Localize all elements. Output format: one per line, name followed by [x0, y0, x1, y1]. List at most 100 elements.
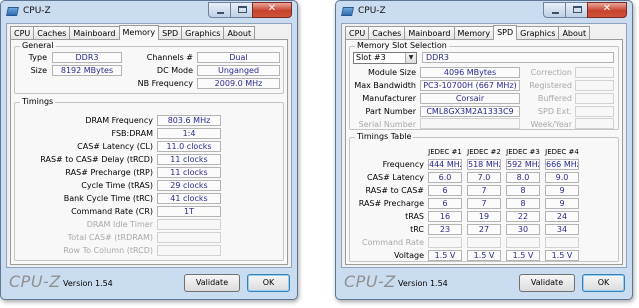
- spd-tab-panel: Memory Slot Selection Slot #3 ▼ DDR3 Mod…: [345, 39, 623, 265]
- timing-cell: 23: [428, 224, 462, 235]
- window-title: CPU-Z: [23, 6, 51, 16]
- tab-spd[interactable]: SPD: [158, 26, 183, 40]
- maximize-button[interactable]: [230, 2, 253, 18]
- tab-memory[interactable]: Memory: [118, 25, 160, 40]
- timing-cell: 6: [428, 198, 462, 209]
- timings-legend: Timings: [20, 97, 56, 107]
- timing-row-label: tRAS: [405, 212, 424, 221]
- ok-button[interactable]: OK: [582, 274, 625, 292]
- part-number-value: CML8GX3M2A1333C9: [420, 106, 520, 117]
- timing-value: [157, 219, 221, 230]
- nbfreq-label: NB Frequency: [137, 79, 193, 88]
- timing-label: Cycle Time (tRAS): [81, 181, 153, 190]
- timing-cell: 16: [428, 211, 462, 222]
- cpuz-app-icon: [341, 7, 354, 16]
- timing-cell: 22: [506, 211, 540, 222]
- timing-cell: [428, 237, 462, 248]
- tab-spd[interactable]: SPD: [493, 25, 518, 40]
- tab-mainboard[interactable]: Mainboard: [404, 26, 455, 40]
- tab-graphics[interactable]: Graphics: [181, 26, 225, 40]
- size-label: Size: [30, 66, 47, 75]
- tab-memory[interactable]: Memory: [453, 26, 495, 40]
- tab-about[interactable]: About: [558, 26, 591, 40]
- slot-select-value: Slot #3: [356, 53, 386, 62]
- timing-label: CAS# Latency (CL): [77, 142, 153, 151]
- cpuz-spd-window: CPU-Z ✕ CPU Caches Mainboard Memory SPD …: [335, 0, 633, 300]
- timing-cell: 9: [545, 198, 579, 209]
- window-footer: CPU-Z Version 1.54 Validate OK: [341, 268, 627, 297]
- timing-row-label: Command Rate: [361, 238, 424, 247]
- title-bar[interactable]: CPU-Z ✕: [336, 1, 632, 23]
- timing-cell: 7: [467, 198, 501, 209]
- spd-ext-label: SPD Ext.: [537, 107, 572, 116]
- timing-value: [157, 232, 221, 243]
- max-bandwidth-label: Max Bandwidth: [354, 81, 416, 90]
- window-client: CPU Caches Mainboard Memory SPD Graphics…: [6, 23, 292, 268]
- minimize-button[interactable]: [543, 2, 566, 18]
- timing-value: 1:4: [157, 128, 221, 139]
- week-year-value: [575, 118, 614, 129]
- timing-cell: 30: [506, 224, 540, 235]
- tab-graphics[interactable]: Graphics: [516, 26, 560, 40]
- minimize-icon: [552, 12, 559, 14]
- timing-value: 803.6 MHz: [157, 115, 221, 126]
- timing-label: Bank Cycle Time (tRC): [63, 194, 153, 203]
- ok-button[interactable]: OK: [247, 274, 290, 292]
- timing-cell: [467, 237, 501, 248]
- close-button[interactable]: ✕: [252, 2, 292, 18]
- timing-cell: 6.0: [428, 172, 462, 183]
- timing-cell: 592 MHz: [506, 159, 540, 170]
- minimize-icon: [217, 12, 224, 14]
- tab-mainboard[interactable]: Mainboard: [69, 26, 120, 40]
- timing-label: RAS# to CAS# Delay (tRCD): [40, 155, 153, 164]
- correction-value: [575, 67, 614, 78]
- serial-number-label: Serial Number: [358, 120, 416, 129]
- cpuz-memory-window: CPU-Z ✕ CPU Caches Mainboard Memory SPD …: [0, 0, 298, 300]
- dcmode-label: DC Mode: [156, 66, 193, 75]
- jedec-column-header: JEDEC #3: [506, 148, 540, 156]
- slot-selection-legend: Memory Slot Selection: [355, 41, 449, 51]
- timing-cell: 7.0: [467, 172, 501, 183]
- timing-cell: 518 MHz: [467, 159, 501, 170]
- timing-cell: 34: [545, 224, 579, 235]
- minimize-button[interactable]: [208, 2, 231, 18]
- tab-cpu[interactable]: CPU: [345, 26, 370, 40]
- size-value: 8192 MBytes: [52, 65, 122, 76]
- timing-cell: 666 MHz: [545, 159, 579, 170]
- close-button[interactable]: ✕: [587, 2, 627, 18]
- tab-cpu[interactable]: CPU: [10, 26, 35, 40]
- timing-row-label: tRC: [410, 225, 424, 234]
- registered-value: [575, 80, 614, 91]
- memory-tab-panel: General Type DDR3 Size 8192 MBytes Chann…: [10, 39, 288, 265]
- type-value: DDR3: [52, 52, 122, 63]
- window-client: CPU Caches Mainboard Memory SPD Graphics…: [341, 23, 627, 268]
- timing-value: [157, 245, 221, 256]
- part-number-label: Part Number: [365, 107, 416, 116]
- chevron-down-icon: ▼: [405, 53, 416, 63]
- tab-about[interactable]: About: [223, 26, 256, 40]
- dcmode-value: Unganged: [197, 65, 280, 76]
- registered-label: Registered: [529, 81, 572, 90]
- validate-button[interactable]: Validate: [519, 274, 575, 292]
- title-bar[interactable]: CPU-Z ✕: [1, 1, 297, 23]
- maximize-button[interactable]: [565, 2, 588, 18]
- timing-cell: [545, 237, 579, 248]
- timing-value: 11 clocks: [157, 167, 221, 178]
- timing-value: 29 clocks: [157, 180, 221, 191]
- tab-caches[interactable]: Caches: [33, 26, 71, 40]
- module-size-value: 4096 MBytes: [420, 67, 520, 78]
- validate-button[interactable]: Validate: [184, 274, 240, 292]
- type-label: Type: [28, 53, 47, 62]
- jedec-column-header: JEDEC #4: [545, 148, 579, 156]
- timing-cell: 8.0: [506, 172, 540, 183]
- timing-cell: 444 MHz: [428, 159, 462, 170]
- timing-row-label: Voltage: [393, 251, 424, 260]
- timing-row-label: Frequency: [382, 160, 424, 169]
- timing-value: 11.0 clocks: [157, 141, 221, 152]
- tab-strip: CPU Caches Mainboard Memory SPD Graphics…: [345, 25, 591, 40]
- timing-cell: 1.5 V: [428, 250, 462, 261]
- slot-select[interactable]: Slot #3 ▼: [353, 52, 417, 64]
- tab-caches[interactable]: Caches: [368, 26, 406, 40]
- cpuz-app-icon: [6, 7, 19, 16]
- buffered-label: Buffered: [537, 94, 572, 103]
